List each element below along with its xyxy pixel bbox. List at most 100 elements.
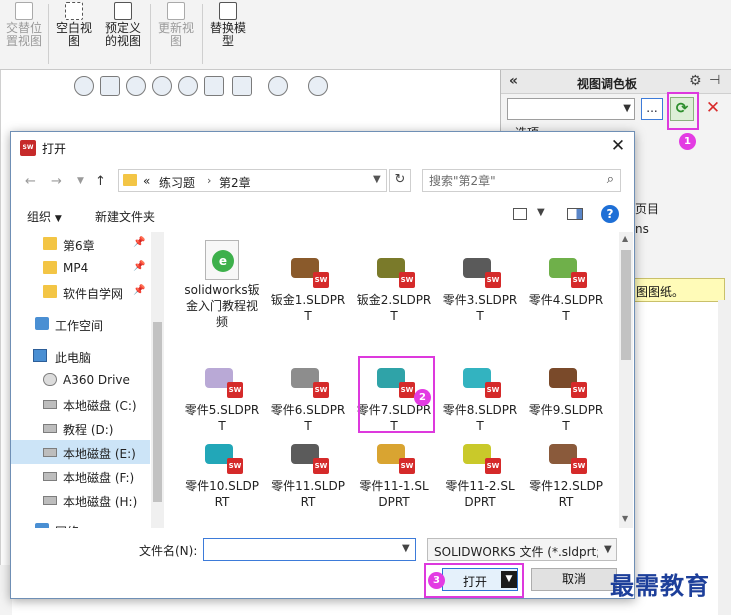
a360-drive-icon <box>43 373 57 386</box>
display-style-icon[interactable] <box>232 76 252 96</box>
pin-icon[interactable]: 📌 <box>133 237 145 248</box>
forward-arrow-icon[interactable]: → <box>51 174 62 189</box>
nav-item-this-pc[interactable]: 此电脑 <box>11 344 150 368</box>
breadcrumb-item[interactable]: 练习题 <box>159 174 195 191</box>
file-item[interactable]: SW 零件11-2.SLDPRT <box>441 434 519 510</box>
address-overflow[interactable]: « <box>143 174 150 188</box>
folder-icon <box>43 237 57 250</box>
appearance-icon[interactable] <box>308 76 328 96</box>
filename-label: 文件名(N): <box>139 544 198 558</box>
highlight-box-refresh <box>667 92 699 130</box>
hide-show-items-icon[interactable] <box>268 76 288 96</box>
up-arrow-icon[interactable]: ↑ <box>95 174 106 189</box>
nav-item-drive-selected[interactable]: 本地磁盘 (E:) <box>11 440 150 464</box>
organize-button[interactable]: 组织 ▼ <box>27 208 62 225</box>
scrollbar[interactable] <box>718 300 731 615</box>
file-name: 零件11-1.SLDPRT <box>359 479 429 509</box>
nav-item-a360[interactable]: A360 Drive <box>11 368 150 392</box>
address-bar[interactable]: « 练习题 › 第2章 ▼ <box>118 169 387 192</box>
search-icon[interactable]: ⌕ <box>607 172 614 187</box>
search-input[interactable] <box>429 173 589 189</box>
ribbon-predefined-view-button[interactable]: 预定义 的视图 <box>100 2 146 66</box>
section-view-icon[interactable] <box>152 76 172 96</box>
file-thumbnail: SW <box>201 358 243 400</box>
nav-item-drive[interactable]: 本地磁盘 (C:) <box>11 392 150 416</box>
file-item[interactable]: e solidworks钣金入门教程视频 <box>183 238 261 330</box>
sldprt-badge-icon: SW <box>571 458 587 474</box>
previous-view-icon[interactable] <box>126 76 146 96</box>
close-icon[interactable]: ✕ <box>608 136 628 156</box>
new-folder-button[interactable]: 新建文件夹 <box>95 208 155 225</box>
navigation-pane-scrollbar[interactable] <box>151 232 164 528</box>
breadcrumb-item[interactable]: 第2章 <box>219 174 251 191</box>
scrollbar-thumb[interactable] <box>621 250 631 360</box>
file-thumbnail: e <box>201 238 243 280</box>
ribbon-button-label: 空白视 图 <box>55 21 92 48</box>
scroll-down-icon[interactable]: ▼ <box>622 514 628 523</box>
nav-item-workspace[interactable]: 工作空间 <box>11 312 150 336</box>
nav-item-folder[interactable]: 第6章 📌 <box>11 232 150 256</box>
file-type-value: SOLIDWORKS 文件 (*.sldprt; <box>434 545 598 559</box>
nav-item-label: 本地磁盘 (C:) <box>63 399 137 413</box>
file-item[interactable]: SW 钣金1.SLDPRT <box>269 248 347 324</box>
zoom-to-area-icon[interactable] <box>100 76 120 96</box>
file-item[interactable]: SW 零件5.SLDPRT <box>183 358 261 434</box>
nav-item-drive[interactable]: 本地磁盘 (F:) <box>11 464 150 488</box>
preview-pane-icon[interactable] <box>567 208 583 220</box>
chevron-down-icon[interactable]: ▼ <box>402 543 410 554</box>
file-item[interactable]: SW 零件10.SLDPRT <box>183 434 261 510</box>
ribbon-replace-model-button[interactable]: 替换模 型 <box>206 2 250 66</box>
nav-item-folder[interactable]: MP4 📌 <box>11 256 150 280</box>
file-item[interactable]: SW 零件6.SLDPRT <box>269 358 347 434</box>
view-mode-icon[interactable] <box>513 208 527 220</box>
collapse-icon[interactable]: « <box>509 73 518 89</box>
pin-icon[interactable]: ⊣ <box>709 73 720 88</box>
nav-item-drive[interactable]: 教程 (D:) <box>11 416 150 440</box>
scroll-up-icon[interactable]: ▲ <box>622 234 628 243</box>
zoom-to-fit-icon[interactable] <box>74 76 94 96</box>
nav-item-label: MP4 <box>63 261 89 275</box>
file-item[interactable]: SW 钣金2.SLDPRT <box>355 248 433 324</box>
ribbon-update-view-button[interactable]: 更新视 图 <box>154 2 198 66</box>
ribbon-alternate-position-view-button[interactable]: 交替位 置视图 <box>2 2 46 66</box>
cancel-button[interactable]: 取消 <box>531 568 617 591</box>
computer-icon <box>33 349 47 362</box>
refresh-button[interactable]: ↻ <box>389 169 411 192</box>
file-item[interactable]: SW 零件12.SLDPRT <box>527 434 605 510</box>
breadcrumb-chevron-icon[interactable]: › <box>207 174 211 187</box>
ribbon-empty-view-button[interactable]: 空白视 图 <box>52 2 96 66</box>
file-item[interactable]: SW 零件4.SLDPRT <box>527 248 605 324</box>
browse-button[interactable]: ... <box>641 98 663 120</box>
file-name: 零件10.SLDPRT <box>185 479 259 509</box>
nav-item-network[interactable]: 网络 <box>11 518 150 528</box>
help-icon[interactable]: ? <box>601 205 619 223</box>
file-item[interactable]: SW 零件9.SLDPRT <box>527 358 605 434</box>
pin-icon[interactable]: 📌 <box>133 261 145 272</box>
file-item[interactable]: SW 零件8.SLDPRT <box>441 358 519 434</box>
back-arrow-icon[interactable]: ← <box>25 174 36 189</box>
chevron-down-icon[interactable]: ▼ <box>537 207 545 218</box>
file-type-select[interactable]: SOLIDWORKS 文件 (*.sldprt; ▼ <box>427 538 617 561</box>
chevron-down-icon: ▼ <box>604 544 612 555</box>
folder-icon <box>123 174 137 186</box>
file-thumbnail: SW <box>373 434 415 476</box>
drive-icon <box>43 448 57 457</box>
delete-icon[interactable]: ✕ <box>701 97 725 121</box>
file-item[interactable]: SW 零件11.SLDPRT <box>269 434 347 510</box>
view-palette-document-select[interactable]: ▼ <box>507 98 635 120</box>
filename-input[interactable] <box>203 538 416 561</box>
file-item[interactable]: SW 零件3.SLDPRT <box>441 248 519 324</box>
gear-icon[interactable]: ⚙ <box>689 73 702 89</box>
file-list-scrollbar[interactable]: ▲ ▼ <box>619 232 633 528</box>
nav-item-folder[interactable]: 软件自学网 📌 <box>11 280 150 304</box>
pin-icon[interactable]: 📌 <box>133 285 145 296</box>
file-item[interactable]: SW 零件11-1.SLDPRT <box>355 434 433 510</box>
view-orientation-icon[interactable] <box>204 76 224 96</box>
scrollbar-thumb[interactable] <box>153 322 162 502</box>
rotate-view-icon[interactable] <box>178 76 198 96</box>
file-thumbnail: SW <box>373 248 415 290</box>
chevron-down-icon[interactable]: ▼ <box>373 174 381 185</box>
nav-item-drive[interactable]: 本地磁盘 (H:) <box>11 488 150 512</box>
sldprt-badge-icon: SW <box>227 458 243 474</box>
recent-locations-icon[interactable]: ▼ <box>77 176 84 186</box>
